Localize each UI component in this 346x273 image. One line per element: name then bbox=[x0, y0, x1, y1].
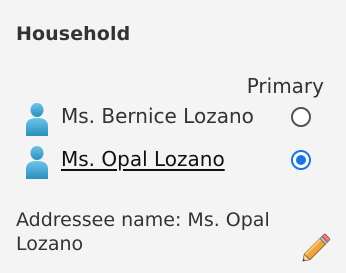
addressee-label: Addressee name: bbox=[16, 209, 182, 231]
person-icon bbox=[26, 103, 48, 136]
person-icon bbox=[26, 146, 48, 179]
pencil-icon[interactable] bbox=[300, 230, 334, 264]
primary-column-header: Primary bbox=[246, 74, 324, 98]
member-name: Ms. Bernice Lozano bbox=[61, 104, 254, 128]
household-member-opal: Ms. Opal Lozano bbox=[24, 145, 324, 181]
household-title: Household bbox=[16, 23, 131, 45]
primary-radio-opal[interactable] bbox=[291, 150, 311, 170]
household-member-bernice: Ms. Bernice Lozano bbox=[24, 102, 324, 138]
primary-radio-bernice[interactable] bbox=[291, 107, 311, 127]
addressee-name: Addressee name: Ms. Opal Lozano bbox=[16, 208, 306, 256]
member-name-link[interactable]: Ms. Opal Lozano bbox=[61, 147, 225, 171]
